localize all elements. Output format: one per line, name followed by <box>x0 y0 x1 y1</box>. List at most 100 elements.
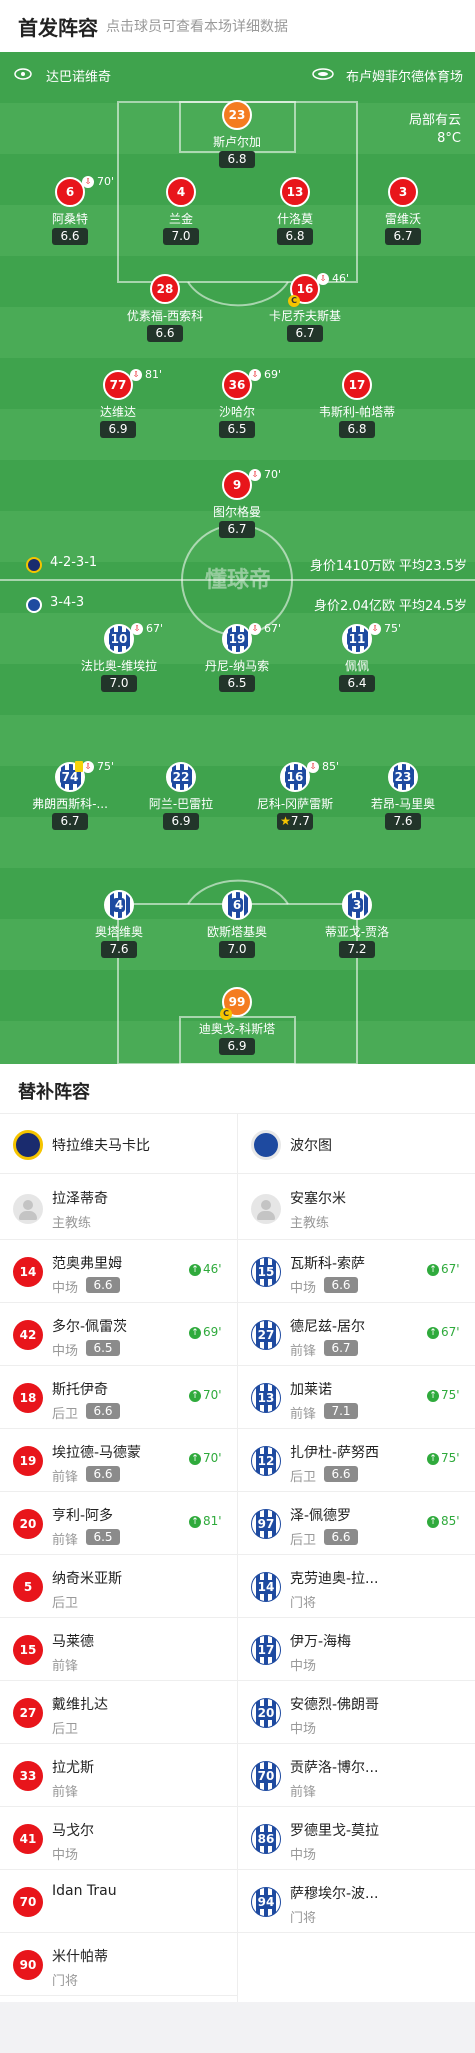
sub-position: 前锋 <box>52 1470 79 1485</box>
home-substitute-row[interactable]: 41 马戈尔 中场 <box>0 1807 237 1870</box>
sub-rating: 6.6 <box>324 1529 358 1545</box>
away-substitute-row[interactable]: 12 扎伊杜-萨努西 后卫 6.6 ↑ 75' <box>238 1429 475 1492</box>
sub-position: 中场 <box>52 1281 79 1296</box>
away-substitute-row[interactable]: 15 瓦斯科-索萨 中场 6.6 ↑ 67' <box>238 1240 475 1303</box>
home-substitute-row[interactable]: 70 Idan Trau <box>0 1870 237 1933</box>
home-substitute-row[interactable]: 42 多尔-佩雷茨 中场 6.5 ↑ 69' <box>0 1303 237 1366</box>
away-substitute-row[interactable]: 20 安德烈-佛朗哥 中场 <box>238 1681 475 1744</box>
sub-jersey-number: 18 <box>13 1383 43 1413</box>
away-player[interactable]: 4 奥塔维奥 7.6 <box>64 890 174 960</box>
away-player[interactable]: 23 若昂-马里奥 7.6 <box>348 762 458 832</box>
away-player[interactable]: 6 欧斯塔基奥 7.0 <box>182 890 292 960</box>
away-substitute-row[interactable]: 27 德尼兹-居尔 前锋 6.7 ↑ 67' <box>238 1303 475 1366</box>
home-team-head[interactable]: 特拉维夫马卡比 <box>0 1114 237 1174</box>
away-player[interactable]: 99 迪奥戈-科斯塔 6.9 C <box>182 987 292 1057</box>
sub-name: 德尼兹-居尔 <box>290 1319 366 1335</box>
player-rating-value: 6.5 <box>227 422 247 436</box>
home-player[interactable]: 36 沙哈尔 6.5 ⇩ 69' <box>182 368 292 440</box>
home-player[interactable]: 6 阿桑特 6.6 ⇩ 70' <box>15 175 125 247</box>
away-substitute-row[interactable]: 86 罗德里戈-莫拉 中场 <box>238 1807 475 1870</box>
sub-jersey-number: 41 <box>13 1824 43 1854</box>
sub-name: 扎伊杜-萨努西 <box>290 1445 380 1461</box>
home-player[interactable]: 77 达维达 6.9 ⇩ 81' <box>63 368 173 440</box>
player-rating-value: 7.7 <box>290 814 310 828</box>
home-player[interactable]: 23 斯卢尔加 6.8 <box>182 100 292 170</box>
sub-name: 范奥弗里姆 <box>52 1256 122 1272</box>
home-substitute-row[interactable]: 18 斯托伊奇 后卫 6.6 ↑ 70' <box>0 1366 237 1429</box>
team-bar: 达巴诺维奇 布卢姆菲尔德体育场 <box>0 52 475 100</box>
away-substitute-row[interactable]: 70 贡萨洛-博尔... 前锋 <box>238 1744 475 1807</box>
sub-in-time: 81' <box>203 1514 222 1528</box>
home-squad-value: 身价1410万欧 平均23.5岁 <box>309 559 467 574</box>
home-player[interactable]: 13 什洛莫 6.8 <box>240 177 350 247</box>
away-player[interactable]: 19 丹尼-纳马索 6.5 ⇩ 67' <box>182 622 292 694</box>
captain-icon: C <box>220 1008 232 1020</box>
away-substitute-row[interactable]: 94 萨穆埃尔-波... 门将 <box>238 1870 475 1933</box>
sub-position: 中场 <box>52 1848 79 1863</box>
player-rating-value: 7.6 <box>109 942 129 956</box>
home-substitute-row[interactable]: 27 戴维扎达 后卫 <box>0 1681 237 1744</box>
player-name: 韦斯利-帕塔蒂 <box>318 405 396 419</box>
away-substitute-row[interactable]: 14 克劳迪奥-拉... 门将 <box>238 1555 475 1618</box>
player-name: 雷维沃 <box>384 212 421 226</box>
player-rating-value: 6.7 <box>60 814 80 828</box>
player-name: 卡尼乔夫斯基 <box>268 309 341 323</box>
player-rating: 6.4 <box>339 675 375 692</box>
home-substitute-row[interactable]: 14 范奥弗里姆 中场 6.6 ↑ 46' <box>0 1240 237 1303</box>
away-player[interactable]: 74 弗朗西斯科-... 6.7 ⇩ 75' <box>15 760 125 832</box>
player-rating-value: 6.8 <box>285 229 305 243</box>
home-substitute-row[interactable]: 5 纳奇米亚斯 后卫 <box>0 1555 237 1618</box>
home-player[interactable]: 16 卡尼乔夫斯基 6.7 ⇩ 46' C <box>250 272 360 344</box>
home-player[interactable]: 17 韦斯利-帕塔蒂 6.8 <box>302 370 412 440</box>
sub-out-time: 81' <box>145 368 163 381</box>
away-player[interactable]: 11 佩佩 6.4 ⇩ 75' <box>302 622 412 694</box>
home-substitute-row[interactable]: 33 拉尤斯 前锋 <box>0 1744 237 1807</box>
away-substitute-row[interactable]: 97 泽-佩德罗 后卫 6.6 ↑ 85' <box>238 1492 475 1555</box>
sub-name: 罗德里戈-莫拉 <box>290 1823 380 1839</box>
lineup-hint: 点击球员可查看本场详细数据 <box>106 19 288 35</box>
sub-name: 拉尤斯 <box>52 1760 94 1776</box>
jersey-number: 13 <box>280 177 310 207</box>
home-player[interactable]: 3 雷维沃 6.7 <box>348 177 458 247</box>
away-coach[interactable]: 安塞尔米 主教练 <box>238 1174 475 1240</box>
sub-out-icon: ⇩ <box>130 369 142 381</box>
player-rating: 6.9 <box>219 1038 255 1055</box>
sub-jersey-number: 86 <box>251 1824 281 1854</box>
away-player[interactable]: 3 蒂亚戈-贾洛 7.2 <box>302 890 412 960</box>
home-player[interactable]: 9 图尔格曼 6.7 ⇩ 70' <box>182 468 292 540</box>
away-player[interactable]: 16 尼科-冈萨雷斯 ★7.7 ⇩ 85' <box>240 760 350 832</box>
player-rating: 6.8 <box>277 228 313 245</box>
sub-out-icon: ⇩ <box>249 469 261 481</box>
sub-jersey-number-text: 86 <box>255 1832 277 1846</box>
player-rating-value: 6.9 <box>171 814 191 828</box>
player-rating-value: 6.6 <box>155 326 175 340</box>
home-coach[interactable]: 拉泽蒂奇 主教练 <box>0 1174 237 1240</box>
home-player[interactable]: 28 优素福-西索科 6.6 <box>110 274 220 344</box>
away-team-head[interactable]: 波尔图 <box>238 1114 475 1174</box>
player-rating: 6.5 <box>219 421 255 438</box>
home-substitute-row[interactable]: 20 亨利-阿多 前锋 6.5 ↑ 81' <box>0 1492 237 1555</box>
sub-jersey-number: 15 <box>13 1635 43 1665</box>
player-rating-value: 6.7 <box>227 522 247 536</box>
player-rating: 7.2 <box>339 941 375 958</box>
away-substitute-row[interactable]: 17 伊万-海梅 中场 <box>238 1618 475 1681</box>
away-formation: 3-4-3 <box>50 595 85 610</box>
away-player[interactable]: 22 阿兰-巴雷拉 6.9 <box>126 762 236 832</box>
player-rating-value: 6.7 <box>393 229 413 243</box>
sub-out-time: 85' <box>322 760 340 773</box>
sub-in-icon: ↑ <box>427 1453 439 1465</box>
sub-in-icon: ↑ <box>189 1453 201 1465</box>
stadium-icon <box>312 68 334 80</box>
sub-name: 瓦斯科-索萨 <box>290 1256 366 1272</box>
sub-out-time: 75' <box>97 760 115 773</box>
home-substitute-row[interactable]: 19 埃拉德-马德蒙 前锋 6.6 ↑ 70' <box>0 1429 237 1492</box>
away-substitute-row[interactable]: 13 加莱诺 前锋 7.1 ↑ 75' <box>238 1366 475 1429</box>
sub-jersey-number: 42 <box>13 1320 43 1350</box>
home-substitute-row[interactable]: 90 米什帕蒂 门将 <box>0 1933 237 1996</box>
home-substitute-row[interactable]: 15 马莱德 前锋 <box>0 1618 237 1681</box>
sub-jersey-number-text: 20 <box>255 1706 277 1720</box>
player-name: 弗朗西斯科-... <box>32 797 108 811</box>
home-player[interactable]: 4 兰金 7.0 <box>126 177 236 247</box>
player-rating: 6.6 <box>52 228 88 245</box>
away-player[interactable]: 10 法比奥-维埃拉 7.0 ⇩ 67' <box>64 622 174 694</box>
